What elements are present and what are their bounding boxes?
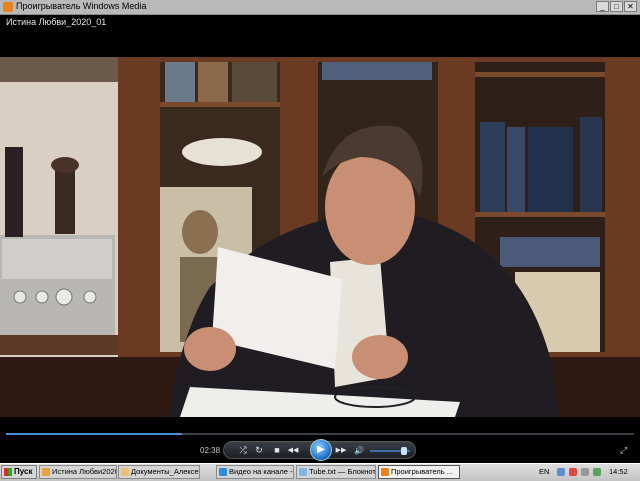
taskbar-item-label: Истина Любви2020: [52, 467, 117, 476]
volume-knob[interactable]: [401, 447, 407, 455]
media-info-strip: Истина Любви_2020_01: [0, 15, 640, 31]
control-panel: ⤮ ↻ ■ ◀◀ ▶ ▶▶ 🔊: [223, 439, 416, 461]
system-tray: EN 14:52: [537, 465, 639, 479]
browser-icon: [219, 468, 227, 476]
folder-icon: [42, 468, 50, 476]
taskbar-item-media-player[interactable]: Проигрыватель ...: [378, 465, 460, 479]
media-player-icon: [381, 468, 389, 476]
clock[interactable]: 14:52: [609, 467, 628, 476]
shuffle-icon[interactable]: ⤮: [236, 444, 250, 457]
maximize-button[interactable]: □: [610, 1, 623, 12]
language-indicator[interactable]: EN: [539, 467, 549, 476]
folder-icon: [121, 468, 129, 476]
media-title: Истина Любви_2020_01: [6, 17, 107, 27]
taskbar-item-label: Tube.txt — Блокнот: [309, 467, 376, 476]
stop-button[interactable]: ■: [270, 444, 284, 457]
window-title: Проигрыватель Windows Media: [16, 1, 147, 11]
start-button[interactable]: Пуск: [1, 465, 37, 479]
taskbar-item-label: Проигрыватель ...: [391, 467, 454, 476]
fullscreen-icon[interactable]: ⤢: [620, 445, 630, 455]
previous-button[interactable]: ◀◀: [286, 444, 300, 457]
minimize-button[interactable]: _: [596, 1, 609, 12]
battery-icon[interactable]: [593, 468, 601, 476]
antivirus-icon[interactable]: [569, 468, 577, 476]
seek-progress: [6, 433, 182, 435]
window-titlebar[interactable]: Проигрыватель Windows Media _ □ ✕: [0, 0, 640, 15]
taskbar-item-notepad[interactable]: Tube.txt — Блокнот: [296, 465, 376, 479]
repeat-icon[interactable]: ↻: [252, 444, 266, 457]
volume-tray-icon[interactable]: [581, 468, 589, 476]
network-icon[interactable]: [557, 468, 565, 476]
next-button[interactable]: ▶▶: [334, 444, 348, 457]
elapsed-time: 02:38: [200, 446, 221, 455]
taskbar-item-label: Видео на канале - Y...: [229, 467, 293, 476]
play-button[interactable]: ▶: [310, 439, 332, 461]
taskbar-item-video[interactable]: Истина Любви2020: [39, 465, 117, 479]
player-controls: 02:38 ⤮ ↻ ■ ◀◀ ▶ ▶▶ 🔊 ⤢: [0, 437, 640, 463]
taskbar-item-documents[interactable]: Документы_Алексей: [118, 465, 200, 479]
volume-slider[interactable]: [370, 447, 410, 455]
video-frame[interactable]: [0, 57, 640, 417]
video-image: [0, 57, 640, 417]
notepad-icon: [299, 468, 307, 476]
taskbar-item-label: Документы_Алексей: [131, 467, 200, 476]
close-button[interactable]: ✕: [624, 1, 637, 12]
media-player-icon: [3, 2, 13, 12]
taskbar-item-browser[interactable]: Видео на канале - Y...: [216, 465, 294, 479]
taskbar: Пуск Истина Любви2020 Документы_Алексей …: [0, 463, 640, 481]
windows-logo-icon: [4, 468, 12, 476]
mute-icon[interactable]: 🔊: [352, 444, 366, 457]
start-label: Пуск: [14, 467, 33, 476]
